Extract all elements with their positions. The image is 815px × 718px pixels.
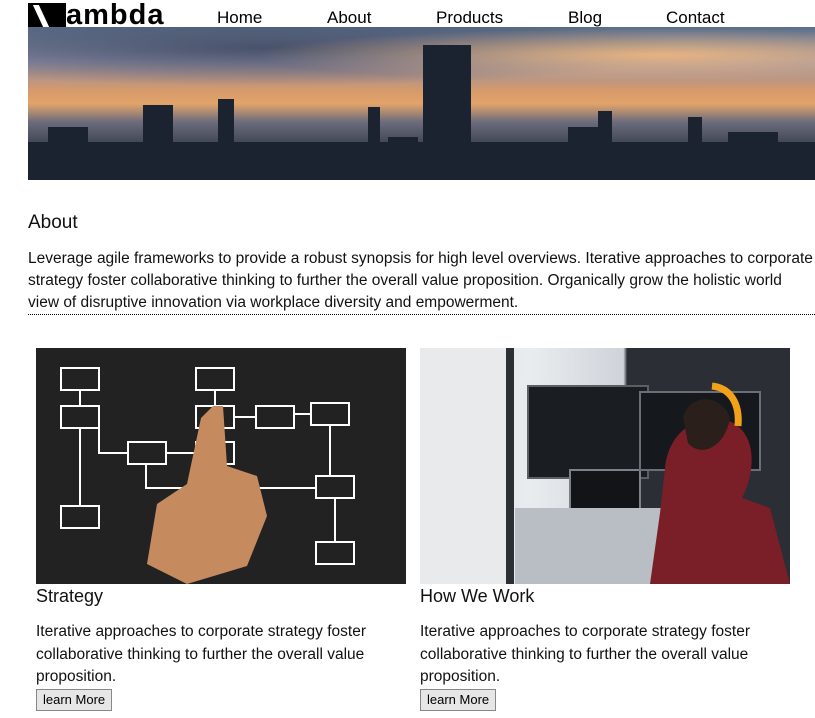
nav-products[interactable]: Products: [436, 8, 503, 28]
strategy-title: Strategy: [36, 586, 104, 606]
nav-contact[interactable]: Contact: [666, 8, 725, 28]
section-divider: [28, 314, 815, 315]
strategy-card: Strategy Iterative approaches to corpora…: [36, 348, 406, 711]
how-we-work-card: How We Work Iterative approaches to corp…: [420, 348, 790, 711]
strategy-text: Iterative approaches to corporate strate…: [36, 623, 366, 685]
nav-home[interactable]: Home: [217, 8, 262, 28]
top-nav: Home About Products Blog Contact: [0, 8, 815, 28]
hero-banner-image: [28, 27, 815, 180]
about-text: Leverage agile frameworks to provide a r…: [28, 250, 813, 311]
flowchart-illustration: [60, 367, 355, 584]
how-we-work-image: [420, 348, 790, 584]
about-title: About: [28, 212, 78, 233]
how-we-work-title: How We Work: [420, 586, 535, 606]
nav-blog[interactable]: Blog: [568, 8, 602, 28]
how-we-work-learn-more-button[interactable]: learn More: [420, 688, 497, 711]
nav-about[interactable]: About: [327, 8, 371, 28]
strategy-image: [36, 348, 406, 584]
workspace-illustration: [420, 348, 790, 584]
strategy-learn-more-button[interactable]: learn More: [36, 688, 113, 711]
city-skyline: [28, 45, 815, 180]
how-we-work-text: Iterative approaches to corporate strate…: [420, 623, 750, 685]
